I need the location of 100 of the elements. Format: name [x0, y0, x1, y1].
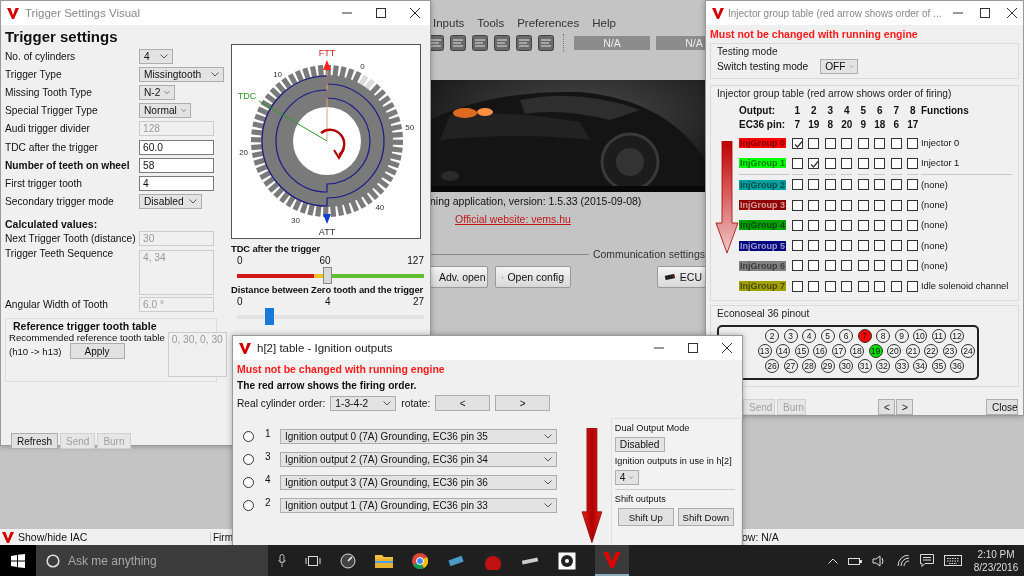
checkbox[interactable] — [907, 137, 919, 149]
chevron-up-icon[interactable] — [828, 557, 838, 564]
checkbox[interactable] — [791, 137, 803, 149]
checkbox[interactable] — [857, 199, 869, 211]
checkbox[interactable] — [841, 199, 853, 211]
checkbox[interactable] — [808, 240, 820, 252]
checkbox[interactable] — [857, 179, 869, 191]
radio-button[interactable] — [243, 477, 254, 488]
apply-button[interactable]: Apply — [69, 343, 125, 360]
checkbox[interactable] — [857, 219, 869, 231]
battery-icon[interactable] — [848, 555, 862, 566]
checkbox[interactable] — [874, 260, 886, 272]
checkbox[interactable] — [824, 137, 836, 149]
checkbox[interactable] — [791, 260, 803, 272]
dropdown[interactable]: 1-3-4-2 — [330, 395, 397, 411]
checkbox[interactable] — [808, 179, 820, 191]
speaker-icon[interactable] — [872, 554, 886, 567]
checkbox[interactable] — [857, 157, 869, 169]
checkbox[interactable] — [791, 280, 803, 292]
checkbox[interactable] — [890, 157, 902, 169]
checkbox[interactable] — [791, 179, 803, 191]
checkbox[interactable] — [857, 240, 869, 252]
close-icon[interactable] — [1007, 8, 1017, 18]
checkbox[interactable] — [808, 157, 820, 169]
checkbox[interactable] — [841, 157, 853, 169]
input-field[interactable]: 58 — [139, 157, 214, 173]
checkbox[interactable] — [791, 240, 803, 252]
menu-item[interactable]: Preferences — [517, 17, 580, 29]
checkbox[interactable] — [907, 240, 919, 252]
slider-thumb[interactable] — [322, 267, 332, 284]
dropdown[interactable]: OFF — [820, 59, 859, 74]
dropdown[interactable]: N-2 — [139, 84, 176, 100]
taskbar-app[interactable] — [595, 545, 629, 576]
dropdown[interactable]: Ignition output 3 (7A) Grounding, EC36 pin 36 — [280, 475, 557, 490]
checkbox[interactable] — [874, 137, 886, 149]
checkbox[interactable] — [791, 199, 803, 211]
dropdown[interactable]: Missingtooth — [139, 66, 224, 82]
dropdown[interactable]: Disabled — [139, 194, 203, 210]
checkbox[interactable] — [907, 157, 919, 169]
menu-item[interactable]: Inputs — [433, 17, 465, 29]
checkbox[interactable] — [824, 199, 836, 211]
toolbar-button[interactable]: Adv. open — [428, 266, 488, 288]
dropdown[interactable]: Ignition output 1 (7A) Grounding, EC36 pin 33 — [280, 498, 557, 513]
checkbox[interactable] — [857, 280, 869, 292]
task-view-icon[interactable] — [305, 554, 321, 567]
keyboard-icon[interactable] — [944, 555, 962, 566]
checkbox[interactable] — [874, 179, 886, 191]
checkbox[interactable] — [808, 280, 820, 292]
radio-button[interactable] — [243, 500, 254, 511]
dropdown[interactable]: Ignition output 2 (7A) Grounding, EC36 pin 34 — [280, 452, 557, 467]
dropdown[interactable]: Ignition output 0 (7A) Grounding, EC36 pin 35 — [280, 429, 557, 444]
maximize-icon[interactable] — [376, 8, 386, 18]
action-button[interactable]: Refresh — [11, 433, 58, 450]
checkbox[interactable] — [890, 240, 902, 252]
checkbox[interactable] — [824, 157, 836, 169]
radio-button[interactable] — [243, 431, 254, 442]
checkbox[interactable] — [890, 137, 902, 149]
checkbox[interactable] — [824, 219, 836, 231]
shift-button[interactable]: Shift Up — [617, 508, 674, 526]
status-item[interactable]: Show/hide IAC — [0, 531, 210, 543]
folder-icon[interactable] — [375, 553, 393, 568]
close-icon[interactable] — [410, 8, 420, 18]
checkbox[interactable] — [874, 219, 886, 231]
checkbox[interactable] — [841, 219, 853, 231]
chip-icon[interactable] — [447, 554, 465, 567]
wifi-icon[interactable] — [896, 554, 910, 567]
checkbox[interactable] — [824, 280, 836, 292]
checkbox[interactable] — [890, 260, 902, 272]
checkbox[interactable] — [890, 280, 902, 292]
checkbox[interactable] — [907, 199, 919, 211]
checkbox[interactable] — [808, 260, 820, 272]
toolbar-icon[interactable] — [472, 35, 488, 51]
action-button[interactable]: < — [878, 399, 895, 415]
checkbox[interactable] — [890, 219, 902, 231]
gauge-icon[interactable] — [340, 552, 356, 569]
menu-item[interactable]: Tools — [477, 17, 505, 29]
close-icon[interactable] — [722, 343, 732, 353]
checkbox[interactable] — [874, 199, 886, 211]
notification-icon[interactable] — [920, 554, 934, 567]
toolbar-icon[interactable] — [450, 35, 466, 51]
menu-item[interactable]: Help — [592, 17, 616, 29]
checkbox[interactable] — [907, 179, 919, 191]
toolbar-icon[interactable] — [538, 35, 554, 51]
checkbox[interactable] — [824, 179, 836, 191]
rotate-button[interactable]: > — [495, 395, 551, 411]
maximize-icon[interactable] — [980, 8, 990, 18]
checkbox[interactable] — [890, 179, 902, 191]
action-button[interactable]: > — [896, 399, 913, 415]
toolbar-icon[interactable] — [516, 35, 532, 51]
rotate-button[interactable]: < — [435, 395, 491, 411]
checkbox[interactable] — [808, 199, 820, 211]
checkbox[interactable] — [841, 137, 853, 149]
input-field[interactable]: 4 — [139, 175, 214, 191]
dropdown[interactable]: Disabled — [614, 437, 665, 452]
search-field[interactable]: Ask me anything — [36, 545, 268, 576]
checkbox[interactable] — [808, 137, 820, 149]
checkbox[interactable] — [907, 219, 919, 231]
toolbar-icon[interactable] — [494, 35, 510, 51]
browser-icon[interactable] — [412, 552, 428, 569]
checkbox[interactable] — [824, 260, 836, 272]
